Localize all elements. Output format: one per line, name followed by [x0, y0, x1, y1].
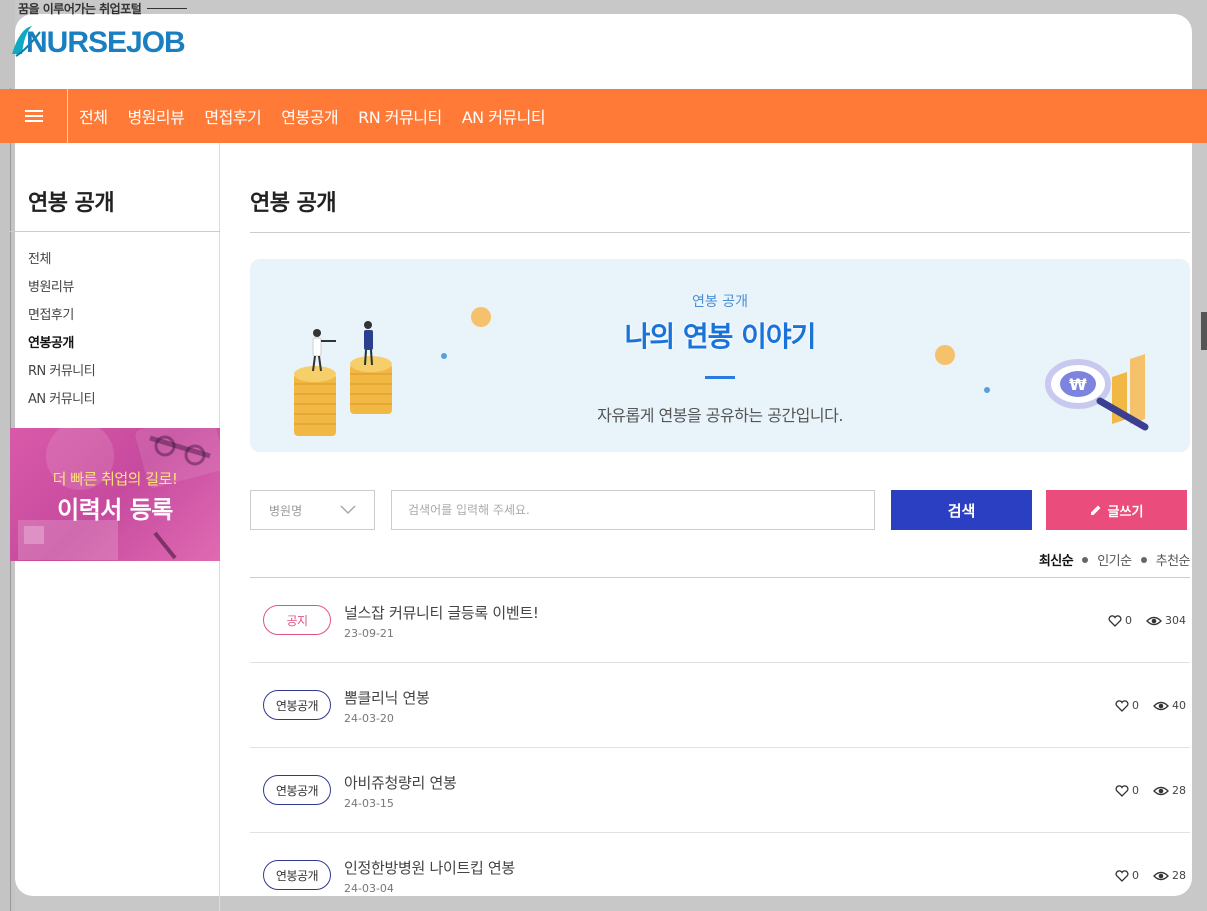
- post-date: 24-03-04: [344, 882, 394, 895]
- view-count: 40: [1172, 699, 1186, 712]
- view-count: 28: [1172, 784, 1186, 797]
- hospital-name-select[interactable]: 병원명: [250, 490, 375, 530]
- post-row[interactable]: 연봉공개 인정한방병원 나이트킵 연봉 24-03-04 0 28: [250, 833, 1190, 911]
- post-badge: 연봉공개: [263, 690, 331, 720]
- hamburger-icon: [24, 107, 43, 125]
- site-tagline: 꿈을 이루어가는 취업포털: [18, 0, 188, 17]
- sidebar-item-rn-community[interactable]: RN 커뮤니티: [28, 363, 96, 391]
- post-stats: 0 28: [1115, 784, 1186, 797]
- nav-item-an-community[interactable]: AN 커뮤니티: [462, 104, 546, 128]
- sort-options: 최신순 인기순 추천순: [1039, 550, 1191, 569]
- post-row[interactable]: 연봉공개 뽐클리닉 연봉 24-03-20 0 40: [250, 663, 1190, 748]
- sidebar-item-an-community[interactable]: AN 커뮤니티: [28, 391, 96, 419]
- post-stats: 0 304: [1108, 614, 1186, 627]
- tagline-text: 꿈을 이루어가는 취업포털: [18, 2, 142, 16]
- sidebar-item-hospital-review[interactable]: 병원리뷰: [28, 279, 95, 307]
- top-navbar: 전체 병원리뷰 면접후기 연봉공개 RN 커뮤니티 AN 커뮤니티: [0, 89, 1207, 143]
- banner-title: 나의 연봉 이야기: [624, 320, 817, 353]
- search-button[interactable]: 검색: [891, 490, 1032, 530]
- banner-description: 자유롭게 연봉을 공유하는 공간입니다.: [597, 406, 843, 425]
- dot-icon: [984, 387, 990, 393]
- nav-item-all[interactable]: 전체: [79, 104, 108, 128]
- post-row[interactable]: 연봉공개 아비쥬청량리 연봉 24-03-15 0 28: [250, 748, 1190, 833]
- eye-icon: [1153, 871, 1169, 880]
- banner-subtitle: 연봉 공개: [692, 294, 748, 310]
- resume-promo-banner[interactable]: 더 빠른 취업의 길로! 이력서 등록: [10, 428, 220, 561]
- banner-accent-bar: [705, 376, 735, 379]
- search-input[interactable]: [391, 490, 875, 530]
- scrollbar-thumb[interactable]: [1201, 312, 1207, 350]
- nav-item-salary[interactable]: 연봉공개: [281, 104, 338, 128]
- post-title[interactable]: 널스잡 커뮤니티 글등록 이벤트!: [344, 602, 539, 623]
- sort-separator-dot: [1082, 556, 1089, 563]
- page-title: 연봉 공개: [250, 191, 337, 216]
- nav-item-rn-community[interactable]: RN 커뮤니티: [358, 104, 442, 128]
- pencil-icon: [1090, 505, 1101, 515]
- post-title[interactable]: 뽐클리닉 연봉: [344, 687, 430, 708]
- post-badge: 연봉공개: [263, 860, 331, 890]
- promo-title: 이력서 등록: [57, 496, 173, 524]
- write-button-label: 글쓰기: [1107, 504, 1144, 520]
- svg-text:₩: ₩: [1069, 375, 1087, 394]
- sort-popular[interactable]: 인기순: [1097, 550, 1132, 569]
- select-label: 병원명: [269, 503, 303, 518]
- nav-items: 전체 병원리뷰 면접후기 연봉공개 RN 커뮤니티 AN 커뮤니티: [79, 104, 565, 128]
- heart-icon: [1115, 699, 1129, 712]
- sidebar-item-all[interactable]: 전체: [28, 251, 95, 279]
- like-count: 0: [1132, 869, 1139, 882]
- view-count: 28: [1172, 869, 1186, 882]
- heart-icon: [1115, 869, 1129, 882]
- nursejob-logo[interactable]: NURSEJOB: [10, 20, 210, 60]
- post-badge: 공지: [263, 605, 331, 635]
- sort-separator-dot: [1140, 556, 1147, 563]
- sidebar-menu: 전체 병원리뷰 면접후기 연봉공개 RN 커뮤니티 AN 커뮤니티: [28, 251, 96, 419]
- heart-icon: [1115, 784, 1129, 797]
- like-count: 0: [1132, 784, 1139, 797]
- post-stats: 0 40: [1115, 699, 1186, 712]
- sort-latest[interactable]: 최신순: [1039, 550, 1074, 569]
- nav-item-interview[interactable]: 면접후기: [204, 104, 261, 128]
- sidebar-title: 연봉 공개: [28, 191, 115, 216]
- post-list: 공지 널스잡 커뮤니티 글등록 이벤트! 23-09-21 0 304 연봉공개…: [250, 577, 1190, 911]
- post-date: 24-03-15: [344, 797, 394, 810]
- nav-item-hospital-review[interactable]: 병원리뷰: [127, 104, 184, 128]
- logo-text: NURSEJOB: [26, 26, 185, 59]
- post-row[interactable]: 공지 널스잡 커뮤니티 글등록 이벤트! 23-09-21 0 304: [250, 578, 1190, 663]
- tagline-line: [147, 8, 188, 9]
- sidebar-item-interview[interactable]: 면접후기: [28, 307, 95, 335]
- view-count: 304: [1165, 614, 1186, 627]
- write-button[interactable]: 글쓰기: [1046, 490, 1187, 530]
- post-date: 23-09-21: [344, 627, 394, 640]
- sort-recommended[interactable]: 추천순: [1156, 550, 1191, 569]
- post-date: 24-03-20: [344, 712, 394, 725]
- post-badge: 연봉공개: [263, 775, 331, 805]
- eye-icon: [1146, 616, 1162, 625]
- like-count: 0: [1125, 614, 1132, 627]
- sidebar-item-salary[interactable]: 연봉공개: [28, 335, 95, 363]
- post-title[interactable]: 인정한방병원 나이트킵 연봉: [344, 857, 515, 878]
- menu-button[interactable]: [0, 89, 68, 143]
- chevron-down-icon: [340, 505, 356, 515]
- sidebar-divider: [10, 231, 220, 232]
- promo-subtitle: 더 빠른 취업의 길로!: [52, 470, 178, 488]
- like-count: 0: [1132, 699, 1139, 712]
- heart-icon: [1108, 614, 1122, 627]
- title-divider: [250, 232, 1190, 233]
- eye-icon: [1153, 786, 1169, 795]
- post-stats: 0 28: [1115, 869, 1186, 882]
- salary-banner: ₩ 연봉 공개 나의 연봉 이야기 자유롭게 연봉을 공유하는 공간입니다.: [250, 259, 1190, 452]
- eye-icon: [1153, 701, 1169, 710]
- post-title[interactable]: 아비쥬청량리 연봉: [344, 772, 457, 793]
